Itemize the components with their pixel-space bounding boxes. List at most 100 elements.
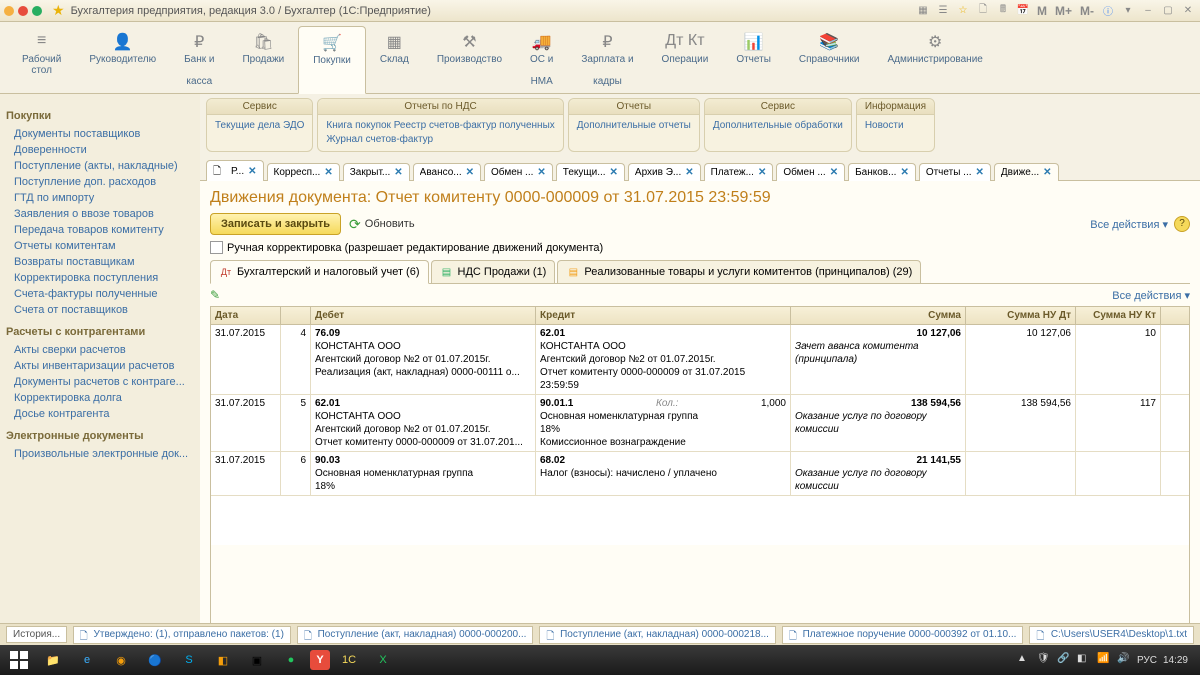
inner-tab[interactable]: ▤НДС Продажи (1) [431, 260, 556, 283]
favorite-star-icon[interactable]: ★ [52, 2, 65, 19]
app-icon-2[interactable]: 🔵 [140, 647, 170, 673]
ie-icon[interactable]: e [72, 647, 102, 673]
tray-icon[interactable]: ▲ [1017, 653, 1031, 667]
excel-icon[interactable]: X [368, 647, 398, 673]
tray-app-icon[interactable]: ◧ [1077, 653, 1091, 667]
nav-item[interactable]: ≡Рабочий стол [8, 26, 75, 93]
help-icon[interactable]: ? [1174, 216, 1190, 232]
col-nu-kt[interactable]: Сумма НУ Кт [1076, 307, 1161, 324]
sidebar-link[interactable]: Акты инвентаризации расчетов [6, 358, 194, 374]
tab-close-icon[interactable]: ✕ [830, 167, 838, 178]
col-n[interactable] [281, 307, 311, 324]
yandex-icon[interactable]: Y [310, 650, 330, 670]
1c-icon[interactable]: 1C [334, 647, 364, 673]
taskbar-lang[interactable]: РУС [1137, 655, 1157, 666]
grid-body[interactable]: 31.07.2015476.09КОНСТАНТА ОООАгентский д… [211, 325, 1189, 545]
table-row[interactable]: 31.07.2015562.01КОНСТАНТА ОООАгентский д… [211, 395, 1189, 452]
start-button[interactable] [4, 647, 34, 673]
doc-tab[interactable]: 🗋Р...✕ [206, 160, 264, 181]
nav-item[interactable]: ▦Склад [366, 26, 423, 93]
calc-icon[interactable]: 🖩 [995, 3, 1011, 19]
nav-item[interactable]: 🛒Покупки [298, 26, 366, 94]
tab-close-icon[interactable]: ✕ [537, 167, 545, 178]
fav-icon[interactable]: ☆ [955, 3, 971, 19]
taskbar-time[interactable]: 14:29 [1163, 655, 1188, 666]
calendar-icon[interactable]: 📅 [1015, 3, 1031, 19]
nav-item[interactable]: ₽Зарплата икадры [567, 26, 647, 93]
doc-tab[interactable]: Обмен ...✕ [776, 163, 845, 181]
tray-shield-icon[interactable]: 🛡 [1037, 653, 1051, 667]
sidebar-link[interactable]: Акты сверки расчетов [6, 342, 194, 358]
sidebar-link[interactable]: Произвольные электронные док... [6, 446, 194, 462]
all-actions-link[interactable]: Все действия ▾ [1090, 218, 1168, 231]
nav-item[interactable]: 👤Руководителю [75, 26, 170, 93]
col-nu-dt[interactable]: Сумма НУ Дт [966, 307, 1076, 324]
sidebar-link[interactable]: Отчеты комитентам [6, 238, 194, 254]
refresh-button[interactable]: ⟳ Обновить [349, 216, 415, 233]
service-link[interactable]: Дополнительные обработки [713, 119, 843, 133]
doc-icon[interactable]: 🗋 [975, 3, 991, 19]
service-link[interactable]: Журнал счетов-фактур [326, 133, 554, 147]
tab-close-icon[interactable]: ✕ [758, 167, 766, 178]
service-link[interactable]: Текущие дела ЭДО [215, 119, 304, 133]
manual-edit-checkbox[interactable] [210, 241, 223, 254]
sidebar-link[interactable]: Корректировка долга [6, 390, 194, 406]
col-debit[interactable]: Дебет [311, 307, 536, 324]
tab-close-icon[interactable]: ✕ [610, 167, 618, 178]
status-item[interactable]: 🗋C:\Users\USER4\Desktop\1.txt [1029, 626, 1194, 644]
col-sum[interactable]: Сумма [791, 307, 966, 324]
tab-close-icon[interactable]: ✕ [394, 167, 402, 178]
tray-signal-icon[interactable]: 📶 [1097, 653, 1111, 667]
doc-tab[interactable]: Платеж...✕ [704, 163, 774, 181]
sidebar-link[interactable]: Поступление доп. расходов [6, 174, 194, 190]
app-icon-1[interactable]: ◉ [106, 647, 136, 673]
m-minus-button[interactable]: M- [1078, 4, 1096, 18]
nav-item[interactable]: ⚒Производство [423, 26, 516, 93]
col-credit[interactable]: Кредит [536, 307, 791, 324]
history-button[interactable]: История... [6, 626, 67, 643]
tab-close-icon[interactable]: ✕ [466, 167, 474, 178]
sidebar-link[interactable]: Документы расчетов с контраге... [6, 374, 194, 390]
save-close-button[interactable]: Записать и закрыть [210, 213, 341, 235]
grid-icon[interactable]: ▦ [915, 3, 931, 19]
close-icon[interactable]: ✕ [1180, 3, 1196, 19]
doc-tab[interactable]: Авансо...✕ [413, 163, 481, 181]
doc-tab[interactable]: Архив Э...✕ [628, 163, 701, 181]
doc-tab[interactable]: Отчеты ...✕ [919, 163, 991, 181]
app-icon-5[interactable]: ● [276, 647, 306, 673]
sidebar-link[interactable]: Заявления о ввозе товаров [6, 206, 194, 222]
explorer-icon[interactable]: 📁 [38, 647, 68, 673]
nav-item[interactable]: 🚚ОС иНМА [516, 26, 567, 93]
sidebar-link[interactable]: Документы поставщиков [6, 126, 194, 142]
skype-icon[interactable]: S [174, 647, 204, 673]
tab-close-icon[interactable]: ✕ [1043, 167, 1051, 178]
status-item[interactable]: 🗋Утверждено: (1), отправлено пакетов: (1… [73, 626, 291, 644]
list-icon[interactable]: ☰ [935, 3, 951, 19]
table-row[interactable]: 31.07.2015690.03Основная номенклатурная … [211, 452, 1189, 496]
minimize-icon[interactable]: – [1140, 3, 1156, 19]
tab-close-icon[interactable]: ✕ [900, 167, 908, 178]
sidebar-link[interactable]: Поступление (акты, накладные) [6, 158, 194, 174]
m-plus-button[interactable]: M+ [1053, 4, 1074, 18]
inner-tab[interactable]: ▤Реализованные товары и услуги комитенто… [557, 260, 921, 283]
info-icon[interactable]: ⓘ [1100, 3, 1116, 19]
sidebar-link[interactable]: Возвраты поставщикам [6, 254, 194, 270]
doc-tab[interactable]: Обмен ...✕ [484, 163, 553, 181]
edit-icon[interactable]: ✎ [210, 288, 220, 302]
grid-all-actions-link[interactable]: Все действия ▾ [1112, 289, 1190, 302]
tab-close-icon[interactable]: ✕ [248, 166, 256, 177]
maximize-icon[interactable]: ▢ [1160, 3, 1176, 19]
nav-item[interactable]: 🛍Продажи [228, 26, 298, 93]
sidebar-link[interactable]: Счета от поставщиков [6, 302, 194, 318]
status-item[interactable]: 🗋Поступление (акт, накладная) 0000-00021… [539, 626, 776, 644]
doc-tab[interactable]: Текущи...✕ [556, 163, 625, 181]
tray-network-icon[interactable]: 🔗 [1057, 653, 1071, 667]
sidebar-link[interactable]: Досье контрагента [6, 406, 194, 422]
nav-item[interactable]: 📊Отчеты [722, 26, 785, 93]
nav-item[interactable]: ₽Банк икасса [170, 26, 228, 93]
doc-tab[interactable]: Корресп...✕ [267, 163, 340, 181]
sidebar-link[interactable]: Счета-фактуры полученные [6, 286, 194, 302]
sidebar-link[interactable]: Передача товаров комитенту [6, 222, 194, 238]
col-date[interactable]: Дата [211, 307, 281, 324]
nav-item[interactable]: 📚Справочники [785, 26, 874, 93]
